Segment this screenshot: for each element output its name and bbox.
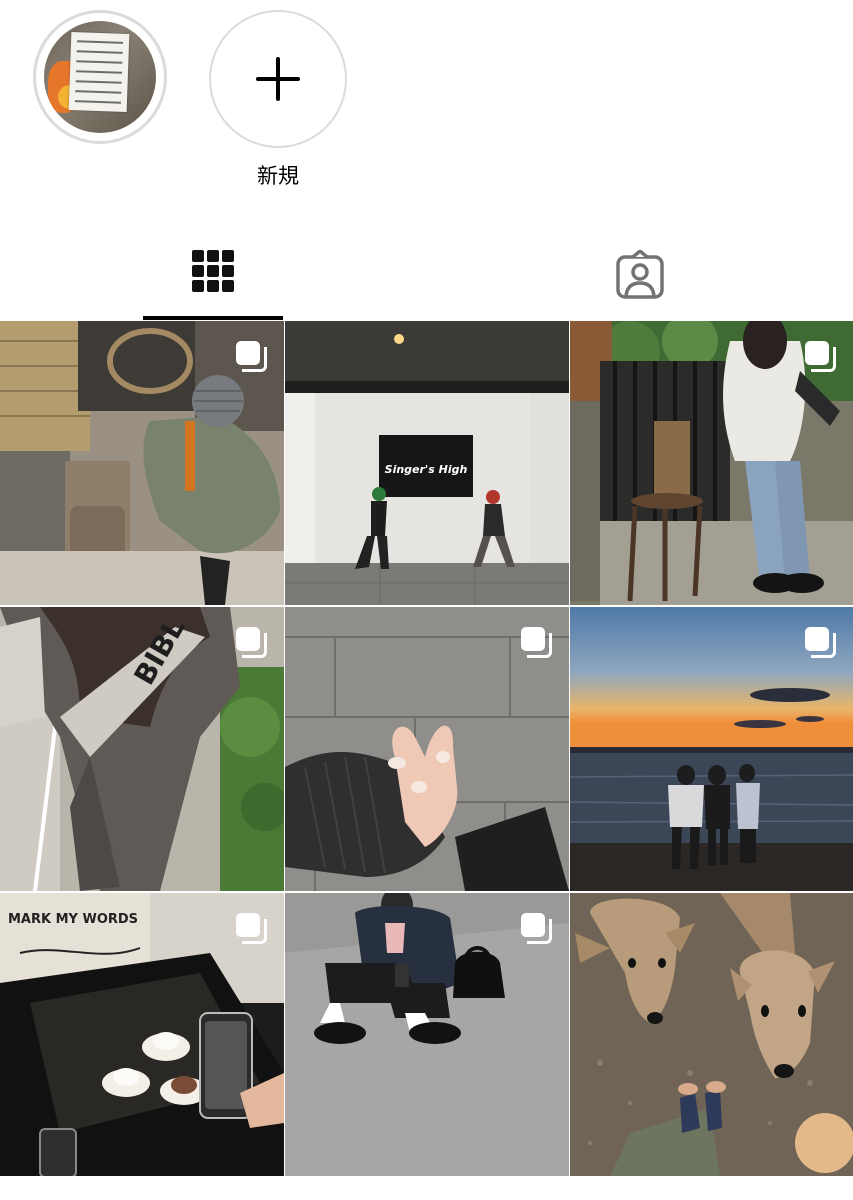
post-2[interactable]: Singer's High <box>285 321 569 605</box>
multiple-photos-icon <box>236 627 267 658</box>
post-9[interactable] <box>570 893 853 1177</box>
plus-icon <box>256 57 300 101</box>
tagged-person-icon <box>616 250 664 299</box>
multiple-photos-icon <box>805 341 836 372</box>
bottom-strip <box>0 1176 853 1200</box>
post-7[interactable]: MARK MY WORDS <box>0 893 284 1177</box>
tab-posts-grid[interactable] <box>143 238 283 320</box>
multiple-photos-icon <box>521 627 552 658</box>
tab-tagged[interactable] <box>570 238 710 320</box>
post-1[interactable] <box>0 321 284 605</box>
multiple-photos-icon <box>805 627 836 658</box>
new-highlight[interactable]: 新規 <box>208 10 348 190</box>
post-4[interactable]: BIBL <box>0 607 284 891</box>
highlight-cover-image <box>44 21 156 133</box>
new-highlight-ring <box>209 10 347 148</box>
post-6[interactable] <box>570 607 853 891</box>
grid-icon <box>192 250 234 292</box>
post-5[interactable] <box>285 607 569 891</box>
profile-tabs <box>0 238 853 320</box>
multiple-photos-icon <box>521 913 552 944</box>
wall-text: MARK MY WORDS <box>8 912 138 927</box>
highlight-cover[interactable] <box>30 10 170 144</box>
multiple-photos-icon <box>236 341 267 372</box>
post-8[interactable] <box>285 893 569 1177</box>
post-9-image <box>570 893 853 1177</box>
post-2-image: Singer's High <box>285 321 569 605</box>
post-3[interactable] <box>570 321 853 605</box>
multiple-photos-icon <box>236 913 267 944</box>
banner-text: Singer's High <box>385 463 468 476</box>
new-highlight-label: 新規 <box>257 165 299 188</box>
posts-grid: Singer's High BIBL MARK MY WORDS <box>0 321 853 1177</box>
highlight-ring <box>33 10 167 144</box>
